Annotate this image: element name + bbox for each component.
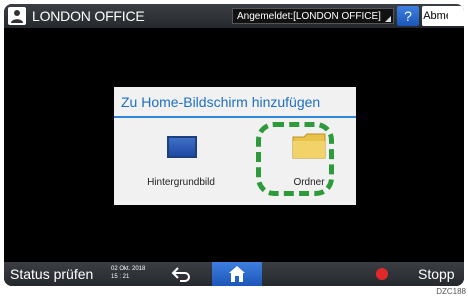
option-wallpaper-label: Hintergrundbild bbox=[147, 177, 215, 188]
help-button[interactable]: ? bbox=[397, 6, 419, 26]
device-screen: LONDON OFFICE Angemeldet:[LONDON OFFICE]… bbox=[4, 4, 464, 286]
highlight-marker bbox=[256, 122, 334, 196]
stop-button[interactable]: Stopp bbox=[418, 266, 455, 282]
back-button[interactable] bbox=[170, 265, 192, 283]
figure-code: DZC188 bbox=[436, 287, 466, 296]
office-name: LONDON OFFICE bbox=[32, 8, 145, 24]
date-time-display: 02 Okt. 2018 15 : 21 bbox=[111, 265, 145, 281]
date-text: 02 Okt. 2018 bbox=[111, 266, 146, 272]
monitor-icon bbox=[167, 136, 197, 158]
resize-corner-icon bbox=[385, 16, 391, 22]
option-wallpaper[interactable]: Hintergrundbild bbox=[146, 133, 216, 193]
login-status-field[interactable]: Angemeldet:[LONDON OFFICE] bbox=[232, 8, 394, 24]
stop-icon[interactable] bbox=[376, 268, 388, 280]
time-text: 15 : 21 bbox=[111, 274, 130, 280]
dialog-divider bbox=[114, 116, 356, 118]
status-check-button[interactable]: Status prüfen bbox=[10, 266, 93, 282]
home-icon bbox=[229, 266, 245, 282]
bottom-bar: Status prüfen 02 Okt. 2018 15 : 21 Stopp bbox=[4, 262, 464, 286]
energy-saver-button[interactable] bbox=[448, 6, 464, 26]
back-arrow-icon bbox=[171, 267, 190, 282]
dialog-title: Zu Home-Bildschirm hinzufügen bbox=[121, 94, 321, 110]
home-button[interactable] bbox=[212, 262, 262, 286]
user-icon bbox=[8, 7, 26, 25]
top-bar: LONDON OFFICE Angemeldet:[LONDON OFFICE]… bbox=[4, 4, 464, 28]
login-status-text: Angemeldet:[LONDON OFFICE] bbox=[237, 11, 381, 22]
moon-icon bbox=[453, 10, 459, 22]
